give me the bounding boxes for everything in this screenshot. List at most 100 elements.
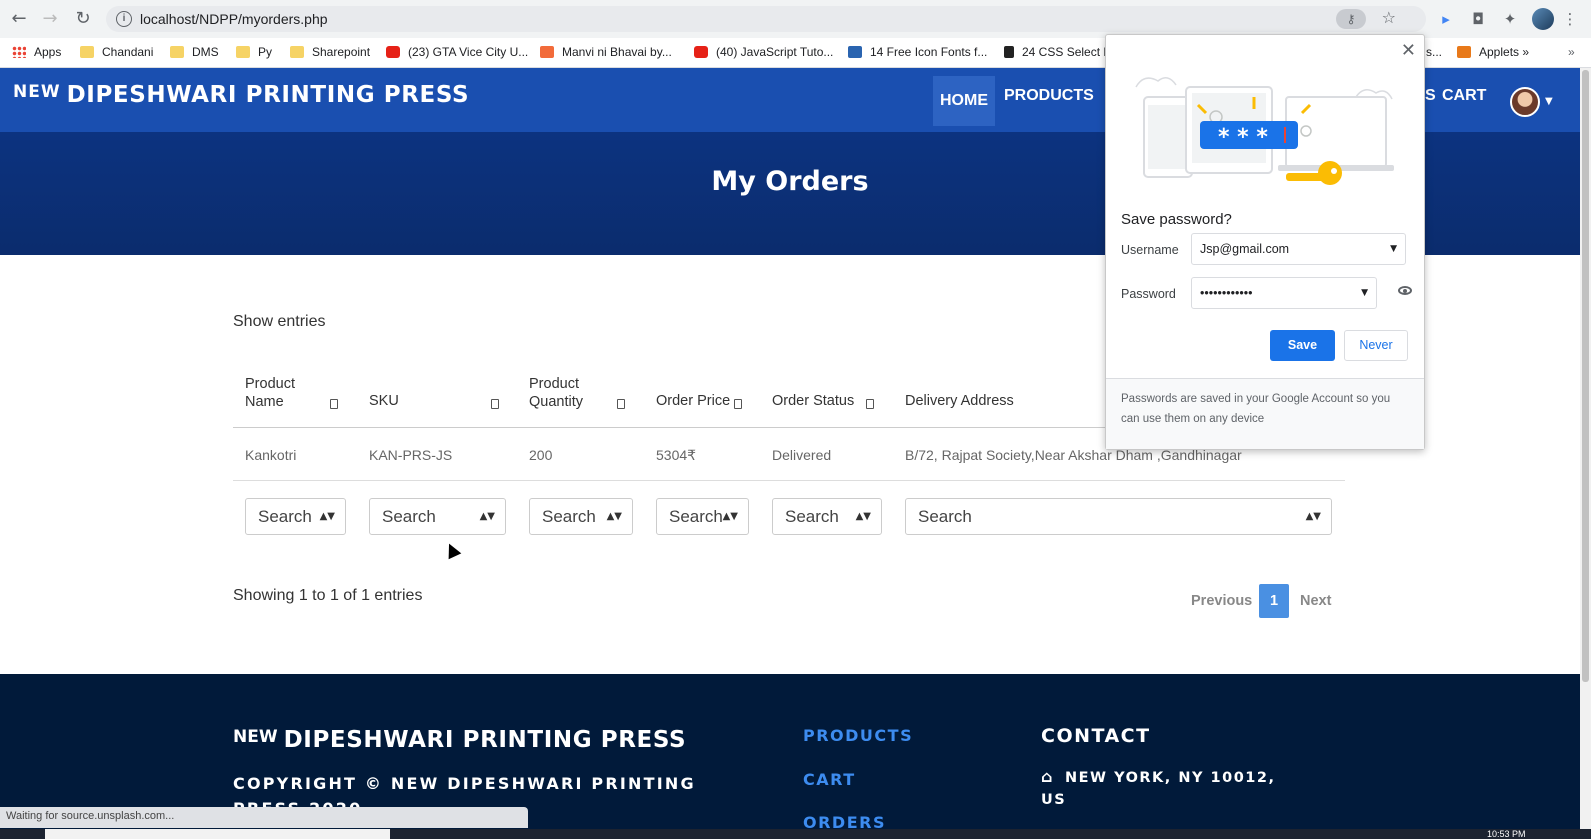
bookmark-truncated[interactable]: s... (1426, 45, 1442, 59)
fx-icon (848, 46, 862, 58)
save-password-dialog: ✕ * * * Save password? Username Jsp@gmai… (1105, 34, 1425, 450)
eye-icon[interactable] (1398, 286, 1412, 295)
filter-product-name[interactable]: Search ▲▼ (245, 498, 346, 535)
show-entries-label: Show entries (233, 313, 326, 330)
site-brand[interactable]: NEW DIPESHWARI PRINTING PRESS (13, 82, 469, 108)
bookmark-applets[interactable]: Applets » (1457, 45, 1529, 59)
nav-products[interactable]: PRODUCTS (997, 71, 1101, 121)
address-bar[interactable]: i localhost/NDPP/myorders.php ⚷ ☆ (106, 6, 1426, 32)
bookmark-javascript[interactable]: (40) JavaScript Tuto... (694, 45, 833, 59)
col-header-sku[interactable]: SKU (369, 392, 399, 410)
col-header-product-quantity[interactable]: Product Quantity (529, 375, 599, 411)
showing-entries-info: Showing 1 to 1 of 1 entries (233, 587, 423, 604)
footer-link-cart[interactable]: CART (803, 770, 856, 789)
cell-quantity: 200 (529, 447, 553, 463)
camera-icon[interactable]: ◘ (1468, 9, 1488, 29)
col-header-order-price[interactable]: Order Price (656, 392, 730, 410)
bookmark-icon-fonts[interactable]: 14 Free Icon Fonts f... (848, 45, 987, 59)
sort-arrows-icon: ▲▼ (1305, 511, 1321, 522)
user-avatar[interactable] (1510, 87, 1540, 117)
f-icon (1004, 46, 1014, 58)
puzzle-icon[interactable]: ✦ (1500, 9, 1520, 29)
folder-icon (290, 46, 304, 58)
sort-arrows-icon: ▲▼ (855, 511, 871, 522)
folder-icon (170, 46, 184, 58)
bookmark-sharepoint[interactable]: Sharepoint (290, 45, 370, 59)
sort-icon[interactable] (617, 399, 625, 409)
pagination-page-1[interactable]: 1 (1259, 584, 1289, 618)
apps-grid-icon (12, 46, 26, 58)
scrollbar-thumb[interactable] (1582, 70, 1589, 682)
chevron-down-icon: ▼ (1390, 244, 1397, 254)
chevron-down-icon: ▼ (1361, 288, 1368, 298)
bookmarks-overflow[interactable]: » (1568, 45, 1575, 59)
taskbar-clock: 10:53 PM (1487, 829, 1526, 839)
dialog-footnote: Passwords are saved in your Google Accou… (1106, 379, 1424, 449)
filter-order-status[interactable]: Search ▲▼ (772, 498, 882, 535)
mouse-cursor (442, 540, 462, 560)
password-label: Password (1121, 287, 1176, 301)
sort-icon[interactable] (866, 399, 874, 409)
footer-contact-title: CONTACT (1041, 725, 1151, 747)
home-icon: ⌂ (1041, 767, 1054, 786)
username-select[interactable]: Jsp@gmail.com ▼ (1191, 233, 1406, 265)
star-icon[interactable]: ☆ (1382, 8, 1396, 27)
bookmark-dms[interactable]: DMS (170, 45, 219, 59)
sort-arrows-icon: ▲▼ (606, 511, 622, 522)
cell-order-price: 5304₹ (656, 447, 697, 463)
svg-text:* * *: * * * (1218, 125, 1268, 150)
save-button[interactable]: Save (1270, 330, 1335, 361)
col-header-order-status[interactable]: Order Status (772, 392, 854, 410)
browser-status-bar: Waiting for source.unsplash.com... (0, 807, 528, 828)
filter-order-price[interactable]: Search ▲▼ (656, 498, 749, 535)
cell-sku: KAN-PRS-JS (369, 447, 453, 463)
youtube-icon (694, 46, 708, 58)
footer-address: ⌂ NEW YORK, NY 10012, US (1041, 767, 1276, 808)
bookmark-css-select[interactable]: 24 CSS Select E (1004, 45, 1111, 59)
sort-arrows-icon: ▲▼ (479, 511, 495, 522)
col-header-product-name[interactable]: Product Name (245, 375, 315, 411)
bookmark-site-icon (540, 46, 554, 58)
filter-sku[interactable]: Search ▲▼ (369, 498, 506, 535)
footer-link-products[interactable]: PRODUCTS (803, 726, 913, 745)
bookmark-chandani[interactable]: Chandani (80, 45, 153, 59)
sort-arrows-icon: ▲▼ (722, 511, 738, 522)
sort-icon[interactable] (330, 399, 338, 409)
info-icon[interactable]: i (116, 11, 132, 27)
browser-profile-icon[interactable] (1532, 8, 1554, 30)
never-button[interactable]: Never (1344, 330, 1408, 361)
bookmark-gta[interactable]: (23) GTA Vice City U... (386, 45, 528, 59)
bookmark-manvi[interactable]: Manvi ni Bhavai by... (540, 45, 672, 59)
browser-toolbar: ← → ↻ i localhost/NDPP/myorders.php ⚷ ☆ … (0, 0, 1591, 38)
forward-icon[interactable]: → (39, 8, 61, 30)
filter-quantity[interactable]: Search ▲▼ (529, 498, 633, 535)
menu-kebab-icon[interactable]: ⋮ (1560, 9, 1580, 29)
cell-product-name: Kankotri (245, 447, 297, 463)
folder-icon (80, 46, 94, 58)
taskbar-search[interactable] (45, 829, 390, 839)
cell-order-status: Delivered (772, 447, 832, 463)
youtube-icon (386, 46, 400, 58)
password-select[interactable]: •••••••••••• ▼ (1191, 277, 1377, 309)
filter-delivery-address[interactable]: Search ▲▼ (905, 498, 1332, 535)
key-icon[interactable]: ⚷ (1336, 9, 1366, 29)
dialog-title: Save password? (1121, 211, 1232, 228)
applets-icon (1457, 46, 1471, 58)
chevron-down-icon[interactable]: ▼ (1545, 96, 1553, 107)
folder-icon (236, 46, 250, 58)
sort-arrows-icon: ▲▼ (319, 511, 335, 522)
sort-icon[interactable] (734, 399, 742, 409)
extension-play-icon[interactable]: ▸ (1436, 9, 1456, 29)
sort-icon[interactable] (491, 399, 499, 409)
bookmark-apps[interactable]: Apps (12, 45, 61, 59)
nav-home[interactable]: HOME (933, 76, 995, 126)
pagination-next[interactable]: Next (1300, 584, 1331, 618)
col-header-delivery-address[interactable]: Delivery Address (905, 392, 1014, 410)
reload-icon[interactable]: ↻ (72, 8, 94, 30)
url-text[interactable]: localhost/NDPP/myorders.php (140, 11, 328, 27)
pagination-previous[interactable]: Previous (1191, 584, 1252, 618)
back-icon[interactable]: ← (8, 8, 30, 30)
bookmark-py[interactable]: Py (236, 45, 272, 59)
nav-cart[interactable]: CART (1435, 71, 1493, 121)
password-illustration: * * * (1135, 77, 1394, 185)
